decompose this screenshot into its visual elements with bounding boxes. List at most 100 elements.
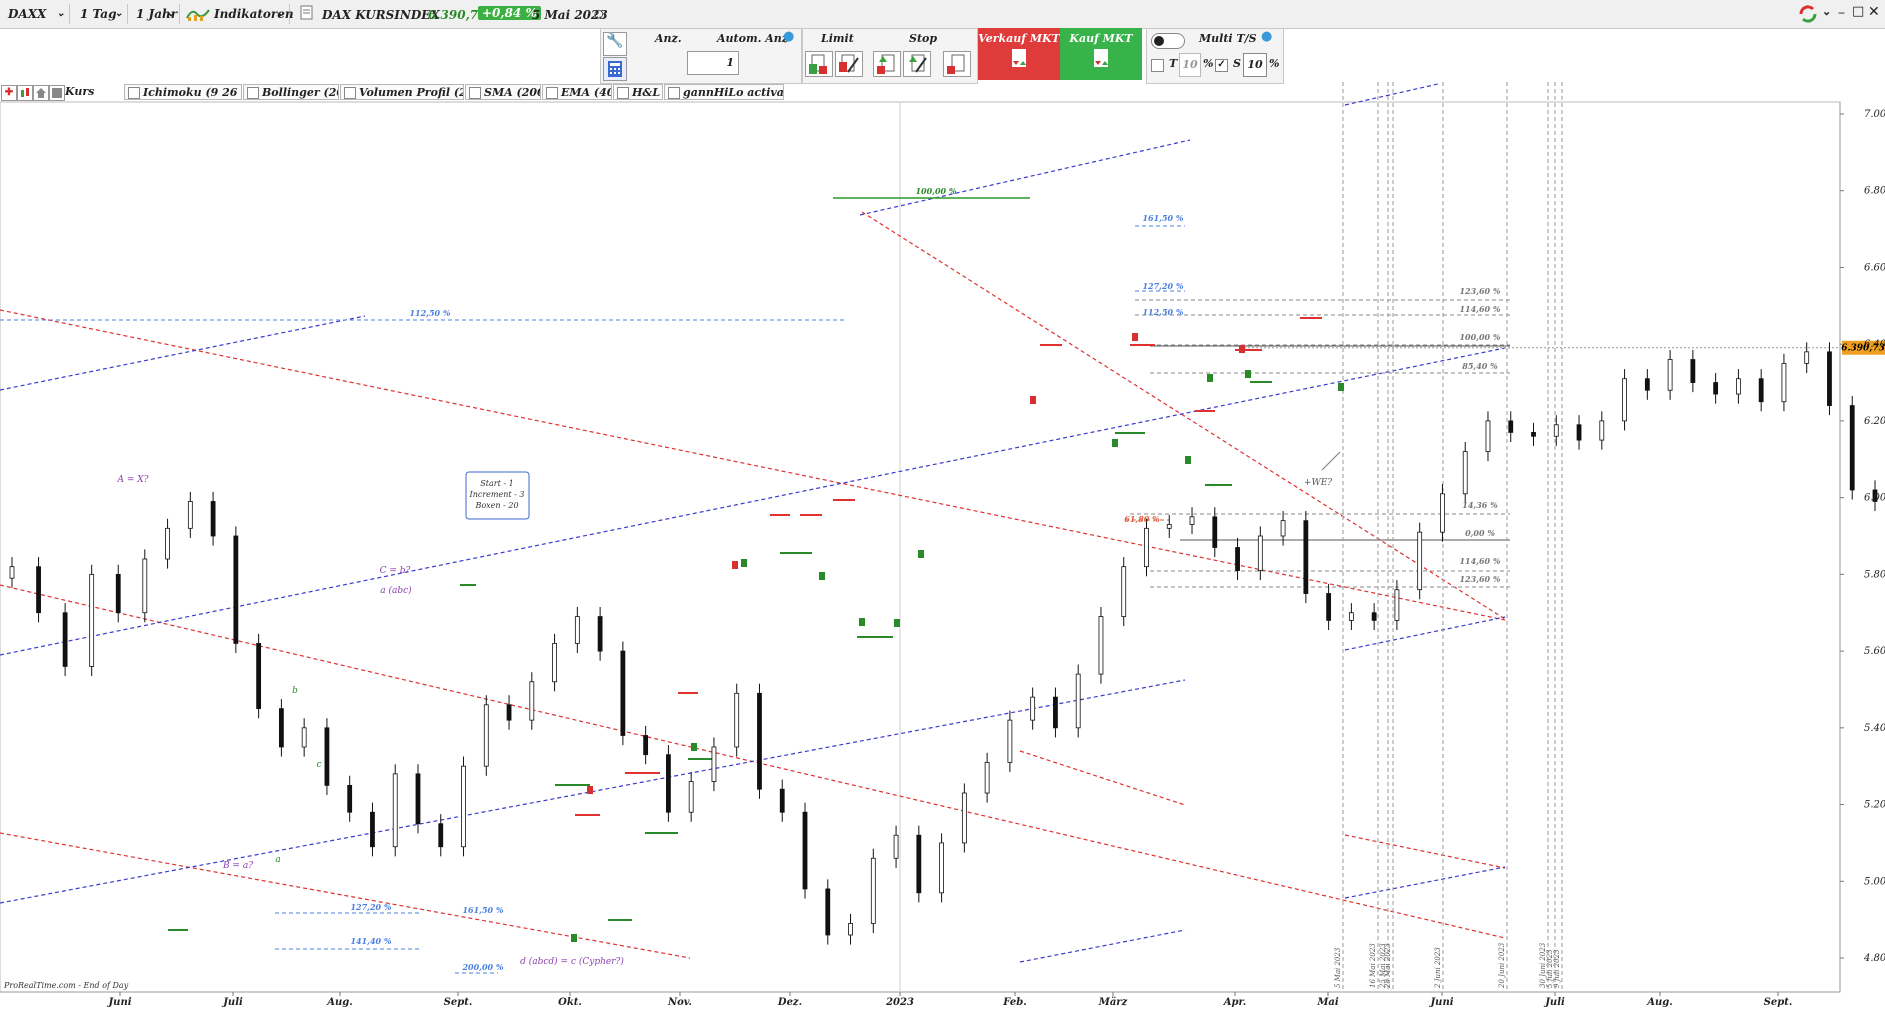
- limit-sell-button[interactable]: [835, 51, 863, 77]
- indicator-ichimoku[interactable]: Ichimoku (9 26 52: [124, 84, 242, 100]
- close-icon[interactable]: ✕: [1868, 4, 1880, 20]
- candle: [1053, 696, 1058, 729]
- indicator-bollinger-label: Bollinger (20 2,: [262, 86, 338, 99]
- annotation-arrow: [1321, 451, 1341, 471]
- fib-label: 114,60 %: [1459, 304, 1500, 314]
- x-tick-label: Sept.: [444, 997, 473, 1008]
- price-settings-icon[interactable]: ✚: [1, 85, 17, 101]
- price-chart[interactable]: 4.800 5.000 5.200 5.400 5.600 5.800 6.000 6.200…: [0, 0, 1885, 1013]
- pattern-annotation: C = b?: [380, 566, 411, 576]
- settings-box: [465, 471, 530, 520]
- buy-signal-marker: [859, 618, 865, 626]
- quantity-input[interactable]: 1: [687, 51, 739, 75]
- sell-signal-marker: [1239, 345, 1245, 353]
- candle: [324, 727, 330, 786]
- indicator-ema-label: EMA (40: [561, 86, 612, 99]
- x-tick-label: Sept.: [1764, 997, 1793, 1008]
- stop-sell-button[interactable]: [903, 51, 931, 77]
- candle: [825, 888, 831, 936]
- multi-ts-toggle[interactable]: [1151, 33, 1185, 49]
- s-checkbox[interactable]: ✓: [1215, 59, 1228, 72]
- candle: [1644, 378, 1650, 391]
- minimize-icon[interactable]: –: [1838, 5, 1845, 21]
- time-marker-label: 16 Mai 2023: [1369, 943, 1377, 988]
- t-value-input[interactable]: 10: [1179, 53, 1201, 77]
- t-percent-label: %: [1203, 57, 1214, 70]
- pattern-annotation: A = X?: [117, 475, 149, 485]
- chevron-down-icon[interactable]: ⌄: [1822, 5, 1831, 18]
- stop-label: Stop: [909, 32, 938, 45]
- layers-icon[interactable]: [49, 85, 65, 101]
- symbol-select[interactable]: DAXX ⌄: [2, 4, 70, 24]
- x-tick-label: Feb.: [1002, 997, 1026, 1008]
- indicator-hl[interactable]: H&L: [613, 84, 663, 100]
- candle: [115, 573, 121, 614]
- t-checkbox[interactable]: [1151, 59, 1164, 72]
- y-tick-label: 5.600: [1864, 646, 1885, 657]
- chat-bubble-icon[interactable]: ●: [783, 29, 794, 44]
- chat-bubble-icon[interactable]: ●: [1261, 29, 1272, 44]
- candle: [1303, 520, 1309, 594]
- s-value-input[interactable]: 10: [1243, 53, 1267, 77]
- settings-box-line: Start - 1: [480, 479, 513, 488]
- indicators-select[interactable]: Indikatoren ⌄: [182, 4, 294, 24]
- candle: [256, 643, 262, 710]
- y-tick-label: 6.600: [1864, 262, 1885, 273]
- candle: [1872, 489, 1878, 502]
- time-marker-label: 2 Juni 2023: [1434, 947, 1442, 989]
- trend-line: [0, 584, 1506, 939]
- x-tick-label: Aug.: [326, 997, 353, 1008]
- y-tick-label: 4.800: [1863, 953, 1885, 964]
- trend-line: [1344, 866, 1506, 899]
- candle: [415, 773, 421, 825]
- x-tick-label: Okt.: [558, 997, 582, 1008]
- buy-signal-marker: [1207, 374, 1213, 382]
- indicator-ema[interactable]: EMA (40: [542, 84, 612, 100]
- limit-buy-button[interactable]: [805, 51, 833, 77]
- calculator-icon[interactable]: [603, 57, 627, 81]
- indicator-gannhilo[interactable]: gannHiLo activator: [664, 84, 784, 100]
- candle: [1326, 593, 1332, 621]
- trend-line: [1344, 834, 1506, 869]
- candle: [848, 923, 853, 936]
- candle: [1098, 616, 1104, 675]
- buy-market-button[interactable]: Kauf MKT: [1060, 28, 1142, 80]
- chart-type-icon[interactable]: [17, 85, 33, 101]
- instrument-info-icon[interactable]: [300, 4, 316, 24]
- stop-buy-button[interactable]: [873, 51, 901, 77]
- wrench-icon[interactable]: 🔧: [603, 32, 627, 56]
- candle: [1736, 378, 1741, 395]
- x-tick-label: Dez.: [777, 997, 802, 1008]
- indicator-kurs-label[interactable]: Kurs: [65, 85, 94, 98]
- candle: [438, 823, 444, 848]
- home-icon[interactable]: [33, 85, 49, 101]
- candle: [165, 527, 170, 560]
- source-label: ProRealTime.com - End of Day: [3, 981, 129, 990]
- trend-line: [0, 315, 366, 391]
- x-tick-label: Juli: [221, 997, 243, 1008]
- pattern-annotation: B = a?: [222, 861, 253, 871]
- indicator-volume-profile[interactable]: Volumen Profil (25: [340, 84, 464, 100]
- time-marker-label: 5 Juli 2023: [1546, 949, 1554, 988]
- multi-ts-label: Multi T/S: [1199, 32, 1257, 45]
- fib-label: 161,50 %: [462, 905, 503, 915]
- indicator-sma[interactable]: SMA (200: [465, 84, 541, 100]
- maximize-icon[interactable]: □: [1852, 4, 1864, 19]
- stop-limit-button[interactable]: [943, 51, 971, 77]
- candle: [1280, 520, 1286, 537]
- candle: [1849, 405, 1855, 491]
- candle: [916, 834, 922, 894]
- indicator-bollinger[interactable]: Bollinger (20 2,: [243, 84, 339, 100]
- sell-market-button[interactable]: Verkauf MKT: [978, 28, 1060, 80]
- x-tick-label: Juli: [1543, 997, 1565, 1008]
- fib-label: 161,50 %: [1142, 213, 1183, 223]
- buy-signal-marker: [918, 550, 924, 558]
- sync-icon[interactable]: [1797, 4, 1819, 24]
- interval-select[interactable]: 1 Tag ⌄: [74, 4, 128, 24]
- candle: [1713, 382, 1719, 395]
- candle: [1166, 524, 1172, 529]
- period-select[interactable]: 1 Jahr ⌄: [130, 4, 180, 24]
- candle: [483, 704, 489, 767]
- candle: [370, 811, 375, 848]
- fib-label: 112,50 %: [409, 308, 450, 318]
